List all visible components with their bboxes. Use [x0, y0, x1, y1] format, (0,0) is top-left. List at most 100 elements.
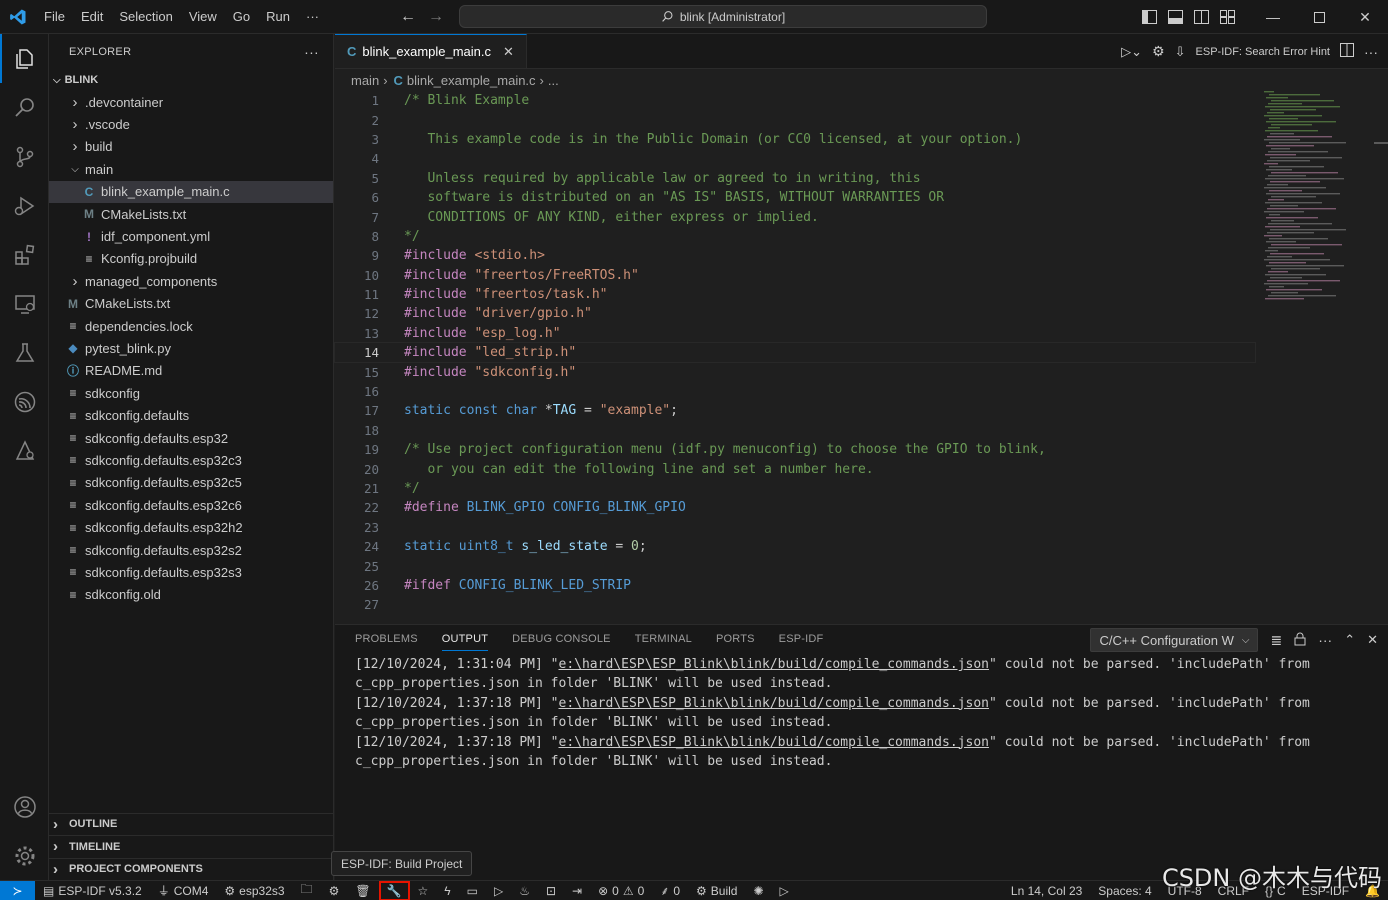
- explorer-more-actions-icon[interactable]: ···: [304, 44, 319, 60]
- breadcrumb-symbol[interactable]: ...: [548, 73, 559, 88]
- full-clean-button[interactable]: 🗑: [347, 881, 378, 900]
- tree-file[interactable]: ≡ sdkconfig.defaults.esp32c3: [49, 449, 333, 471]
- output-file-link[interactable]: e:\hard\ESP\ESP_Blink\blink/build/compil…: [559, 735, 989, 750]
- section-outline[interactable]: › OUTLINE: [49, 812, 334, 836]
- tree-file[interactable]: ≡ sdkconfig.defaults.esp32h2: [49, 516, 333, 538]
- tree-file[interactable]: ≡ dependencies.lock: [49, 315, 333, 337]
- code-line[interactable]: 15 #include "sdkconfig.h": [335, 362, 1255, 381]
- cursor-position[interactable]: Ln 14, Col 23: [1003, 881, 1090, 900]
- code-line[interactable]: 11 #include "freertos/task.h": [335, 285, 1255, 304]
- code-line[interactable]: 13 #include "esp_log.h": [335, 324, 1255, 343]
- explorer-icon[interactable]: [0, 34, 49, 83]
- code-line[interactable]: 27: [335, 595, 1255, 614]
- output-file-link[interactable]: e:\hard\ESP\ESP_Blink\blink/build/compil…: [559, 696, 989, 711]
- tree-file[interactable]: ⓘ README.md: [49, 360, 333, 382]
- panel-tab-debug-console[interactable]: DEBUG CONSOLE: [512, 625, 611, 653]
- code-line[interactable]: 7 CONDITIONS OF ANY KIND, either express…: [335, 207, 1255, 226]
- panel-tab-terminal[interactable]: TERMINAL: [635, 625, 692, 653]
- code-line[interactable]: 12 #include "driver/gpio.h": [335, 304, 1255, 323]
- debug-button[interactable]: ▷: [486, 881, 511, 900]
- section-project-components[interactable]: › PROJECT COMPONENTS: [49, 857, 334, 881]
- debug-settings-button[interactable]: ✺: [745, 881, 771, 900]
- output-content[interactable]: [12/10/2024, 1:31:04 PM] "e:\hard\ESP\ES…: [335, 653, 1388, 773]
- run-and-debug-icon[interactable]: [0, 181, 49, 230]
- customize-layout-icon[interactable]: [1214, 0, 1240, 34]
- menu-run[interactable]: Run: [258, 0, 298, 34]
- open-terminal-button[interactable]: ⊡: [538, 881, 564, 900]
- panel-tab-ports[interactable]: PORTS: [716, 625, 755, 653]
- execute-task-button[interactable]: ⇥: [564, 881, 590, 900]
- tree-folder[interactable]: › .vscode: [49, 113, 333, 135]
- tree-folder[interactable]: › .devcontainer: [49, 91, 333, 113]
- code-line[interactable]: 5 Unless required by applicable law or a…: [335, 169, 1255, 188]
- tree-file[interactable]: ≡ Kconfig.projbuild: [49, 248, 333, 270]
- code-line[interactable]: 2: [335, 110, 1255, 129]
- run-debug-dropdown-icon[interactable]: ▷⌄: [1121, 44, 1142, 60]
- tree-file[interactable]: Cblink_example_main.c: [49, 180, 333, 203]
- code-line[interactable]: 22 #define BLINK_GPIO CONFIG_BLINK_GPIO: [335, 498, 1255, 517]
- close-window-button[interactable]: ✕: [1342, 0, 1388, 34]
- tree-folder[interactable]: › managed_components: [49, 270, 333, 292]
- flash-device-button[interactable]: ϟ: [436, 881, 458, 900]
- more-actions-icon[interactable]: ···: [1364, 44, 1378, 60]
- code-line[interactable]: 24 static uint8_t s_led_state = 0;: [335, 537, 1255, 556]
- code-line[interactable]: 21 */: [335, 479, 1255, 498]
- accounts-icon[interactable]: [0, 782, 49, 831]
- tree-file[interactable]: ≡ sdkconfig.defaults: [49, 404, 333, 426]
- menu-file[interactable]: File: [36, 0, 73, 34]
- code-line[interactable]: 25: [335, 556, 1255, 575]
- code-line[interactable]: 23: [335, 518, 1255, 537]
- build-project-button[interactable]: 🔧: [378, 880, 410, 900]
- build-flash-monitor-button[interactable]: ♨: [511, 881, 538, 900]
- sdk-config-button[interactable]: ⚙: [321, 881, 348, 900]
- code-line[interactable]: 16: [335, 382, 1255, 401]
- panel-tab-problems[interactable]: PROBLEMS: [355, 625, 418, 653]
- code-editor[interactable]: 1/* Blink Example 2 3 This example code is…: [334, 91, 1256, 615]
- back-arrow-icon[interactable]: ←: [400, 8, 416, 26]
- menu-go[interactable]: Go: [225, 0, 258, 34]
- menu-view[interactable]: View: [181, 0, 225, 34]
- breadcrumb-file[interactable]: blink_example_main.c: [407, 73, 536, 88]
- editor-tab-active[interactable]: C blink_example_main.c ✕: [335, 34, 527, 68]
- tree-file[interactable]: ≡ sdkconfig.old: [49, 584, 333, 606]
- command-center-search[interactable]: blink [Administrator]: [459, 5, 987, 28]
- toggle-secondary-sidebar-icon[interactable]: [1188, 0, 1214, 34]
- download-tray-icon[interactable]: ⇩: [1175, 44, 1186, 60]
- maximize-panel-icon[interactable]: ⌃: [1344, 632, 1355, 648]
- code-line[interactable]: 26 #ifdef CONFIG_BLINK_LED_STRIP: [335, 576, 1255, 595]
- code-line[interactable]: 9 #include <stdio.h>: [335, 246, 1255, 265]
- espressif-icon[interactable]: [0, 377, 49, 426]
- serial-port-item[interactable]: ⏚ COM4: [150, 881, 217, 900]
- menu-edit[interactable]: Edit: [73, 0, 111, 34]
- extensions-icon[interactable]: [0, 230, 49, 279]
- tree-file[interactable]: ≡ sdkconfig.defaults.esp32: [49, 427, 333, 449]
- manage-gear-icon[interactable]: [0, 831, 49, 880]
- search-icon[interactable]: [0, 83, 49, 132]
- editor-scrollbar[interactable]: [1374, 142, 1388, 144]
- section-timeline[interactable]: › TIMELINE: [49, 835, 334, 858]
- code-line[interactable]: 17 static const char *TAG = "example";: [335, 401, 1255, 420]
- workspace-folder-header[interactable]: ⌵ BLINK: [49, 69, 333, 91]
- toggle-primary-sidebar-icon[interactable]: [1136, 0, 1162, 34]
- code-line[interactable]: 3 This example code is in the Public Dom…: [335, 130, 1255, 149]
- close-panel-icon[interactable]: ✕: [1367, 632, 1378, 648]
- clear-output-icon[interactable]: ≣: [1270, 632, 1282, 649]
- tree-file[interactable]: M CMakeLists.txt: [49, 293, 333, 315]
- build-task-item[interactable]: ⚙ Build: [688, 881, 745, 900]
- tree-folder[interactable]: ⌵ main: [49, 158, 333, 180]
- target-item[interactable]: ⚙ esp32s3: [216, 881, 292, 900]
- panel-tab-output[interactable]: OUTPUT: [441, 625, 489, 653]
- minimap[interactable]: [1260, 91, 1350, 311]
- output-channel-select[interactable]: C/C++ Configuration W ⌵: [1090, 628, 1259, 652]
- tree-file[interactable]: ≡ sdkconfig.defaults.esp32s2: [49, 539, 333, 561]
- problems-item[interactable]: ⊗ 0 ⚠ 0: [590, 881, 652, 900]
- tree-folder[interactable]: › build: [49, 136, 333, 158]
- code-line[interactable]: 14 #include "led_strip.h": [334, 342, 1256, 364]
- toggle-panel-icon[interactable]: [1162, 0, 1188, 34]
- code-line[interactable]: 18: [335, 421, 1255, 440]
- code-line[interactable]: 19 /* Use project configuration menu (idf…: [335, 440, 1255, 459]
- indentation[interactable]: Spaces: 4: [1090, 881, 1159, 900]
- output-file-link[interactable]: e:\hard\ESP\ESP_Blink\blink/build/compil…: [559, 657, 989, 672]
- close-tab-icon[interactable]: ✕: [503, 44, 514, 60]
- maximize-button[interactable]: [1296, 0, 1342, 34]
